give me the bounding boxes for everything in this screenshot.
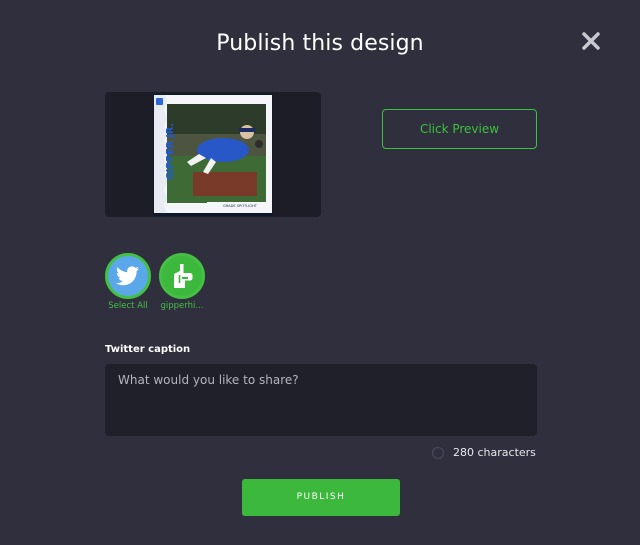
twitter-caption-input[interactable] [105, 364, 537, 436]
account-avatar[interactable] [105, 253, 151, 299]
progress-ring-icon [432, 446, 444, 459]
click-preview-button[interactable]: Click Preview [382, 109, 537, 149]
modal-title: Publish this design [216, 31, 424, 56]
account-label: Select All [108, 301, 148, 311]
character-counter: 280 characters [432, 446, 536, 459]
account-avatar[interactable] [159, 253, 205, 299]
twitter-bird-icon [116, 266, 139, 286]
account-label: gipperhi... [160, 301, 204, 311]
card-caption: GRADE SPOTLIGHT [223, 204, 258, 208]
foam-finger-icon [174, 264, 193, 288]
account-select-all[interactable]: Select All [104, 253, 152, 311]
caption-label: Twitter caption [105, 344, 191, 355]
card-name: GIPPER JR. [165, 123, 176, 180]
card-thumbnail: GIPPER JR. GRADE SPOTLIGHT [153, 94, 273, 216]
publish-button[interactable]: PUBLISH [242, 479, 400, 516]
close-icon[interactable] [580, 30, 602, 52]
account-gipperhi[interactable]: gipperhi... [158, 253, 206, 311]
close-button[interactable] [580, 30, 602, 52]
character-count-text: 280 characters [453, 446, 536, 459]
